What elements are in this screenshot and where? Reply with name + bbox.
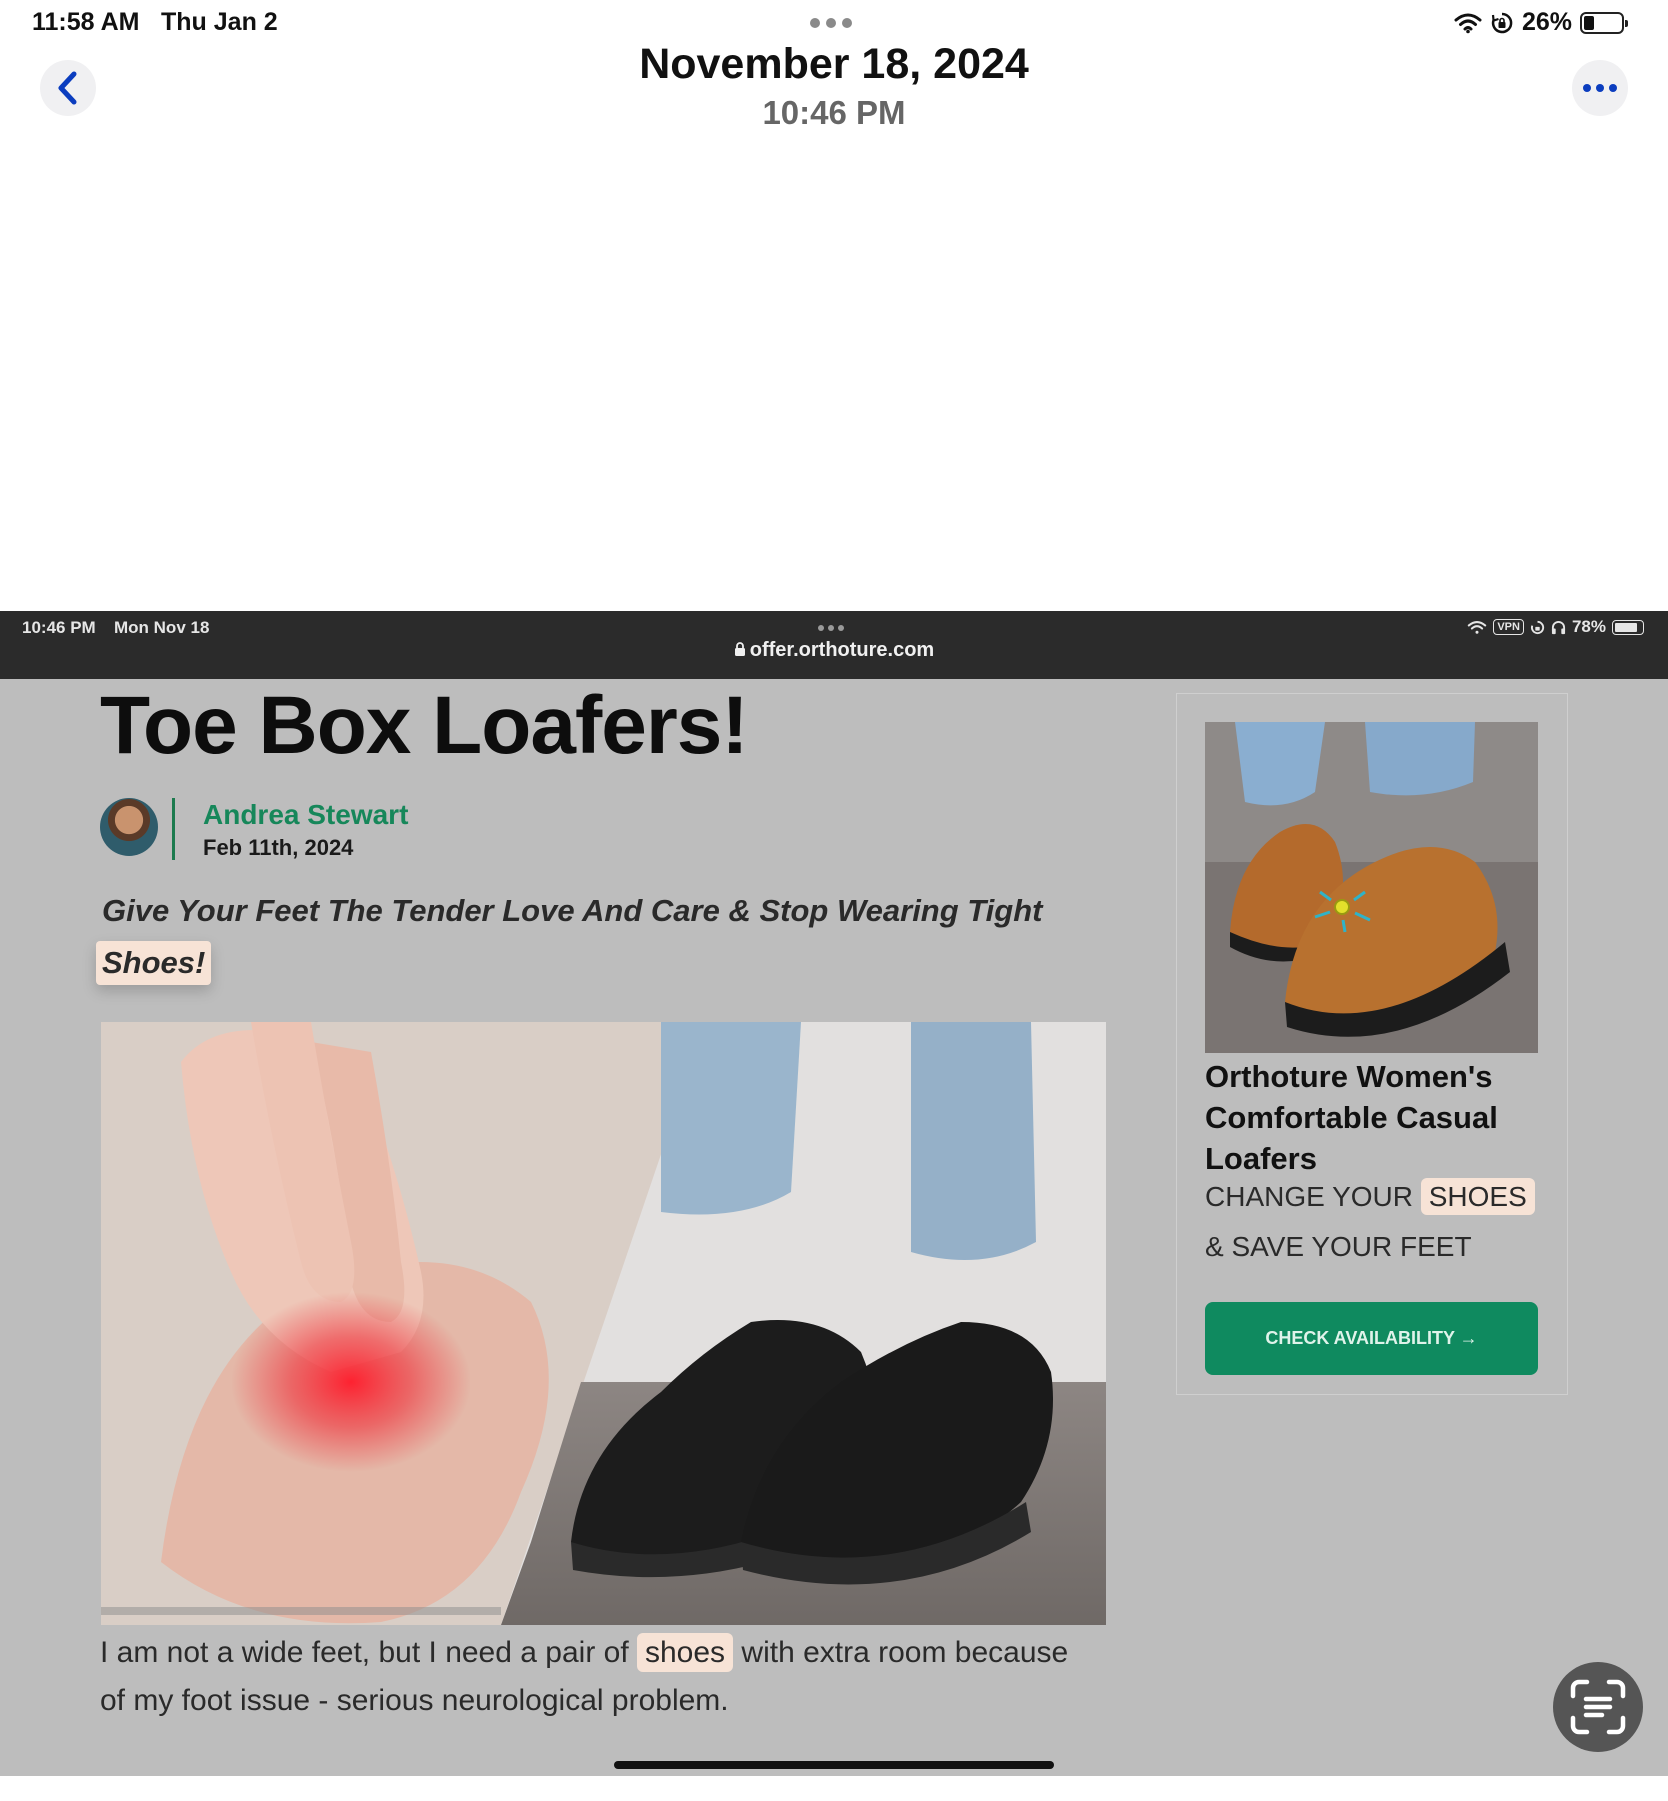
ellipsis-icon [1583, 84, 1591, 92]
live-text-button[interactable] [1553, 1662, 1643, 1752]
page-subtitle: 10:46 PM [762, 94, 906, 131]
author-name[interactable]: Andrea Stewart [203, 799, 408, 831]
rotation-lock-icon [1491, 12, 1513, 33]
ad-tagline-line1: CHANGE YOUR SHOES [1205, 1178, 1535, 1215]
inner-status-time: 10:46 PM [22, 618, 96, 637]
battery-percent: 26% [1521, 8, 1572, 36]
status-time: 11:58 AM [32, 8, 140, 36]
subheadline-highlight: Shoes! [96, 941, 212, 985]
body-text-start: I am not a wide feet, but I need a pair … [100, 1636, 637, 1669]
inner-wifi-icon [1468, 620, 1487, 634]
inner-rotation-lock-icon [1530, 620, 1545, 634]
inner-browser-bar: 10:46 PM Mon Nov 18 offer.orthoture.com … [0, 611, 1668, 679]
ad-tagline-line2: & SAVE YOUR FEET [1205, 1231, 1472, 1262]
ad-tagline-highlight: SHOES [1420, 1178, 1535, 1215]
home-indicator[interactable] [614, 1761, 1054, 1769]
more-options-button[interactable] [1572, 60, 1628, 116]
hero-illustration [101, 1022, 1106, 1625]
check-availability-button[interactable]: CHECK AVAILABILITY → [1205, 1302, 1538, 1375]
url-text: offer.orthoture.com [749, 639, 935, 661]
hero-image [101, 1022, 1106, 1625]
loafer-illustration [1205, 722, 1538, 1053]
multitasking-dots[interactable] [810, 18, 852, 28]
author-divider [172, 798, 175, 860]
inner-multitasking-dots [818, 625, 844, 631]
inner-status-date: Mon Nov 18 [114, 618, 210, 637]
url-label: offer.orthoture.com [0, 639, 1668, 662]
article-body: I am not a wide feet, but I need a pair … [100, 1629, 1100, 1725]
inner-battery-percent: 78% [1571, 617, 1606, 636]
live-text-icon [1570, 1679, 1626, 1735]
inner-battery-icon [1612, 619, 1644, 635]
body-highlight: shoes [637, 1633, 734, 1672]
screenshot-image[interactable]: 10:46 PM Mon Nov 18 offer.orthoture.com … [0, 611, 1668, 1776]
headphones-icon [1551, 620, 1566, 634]
ad-title[interactable]: Orthoture Women's Comfortable Casual Loa… [1205, 1056, 1545, 1179]
wifi-icon [1454, 13, 1482, 33]
publish-date: Feb 11th, 2024 [203, 835, 354, 860]
status-indicators: 26% [1454, 8, 1628, 37]
ad-tagline-start: CHANGE YOUR [1205, 1181, 1421, 1212]
page-title: November 18, 2024 [639, 40, 1029, 88]
battery-icon [1580, 11, 1628, 34]
article-headline: Toe Box Loafers! [100, 680, 749, 771]
lock-icon [734, 642, 745, 656]
status-date: Thu Jan 2 [161, 8, 278, 36]
inner-status-indicators: VPN 78% [1467, 617, 1644, 637]
vpn-badge: VPN [1493, 619, 1524, 635]
author-avatar [100, 798, 158, 856]
ad-product-image[interactable] [1205, 722, 1538, 1053]
article-subheadline: Give Your Feet The Tender Love And Care … [102, 893, 1043, 928]
